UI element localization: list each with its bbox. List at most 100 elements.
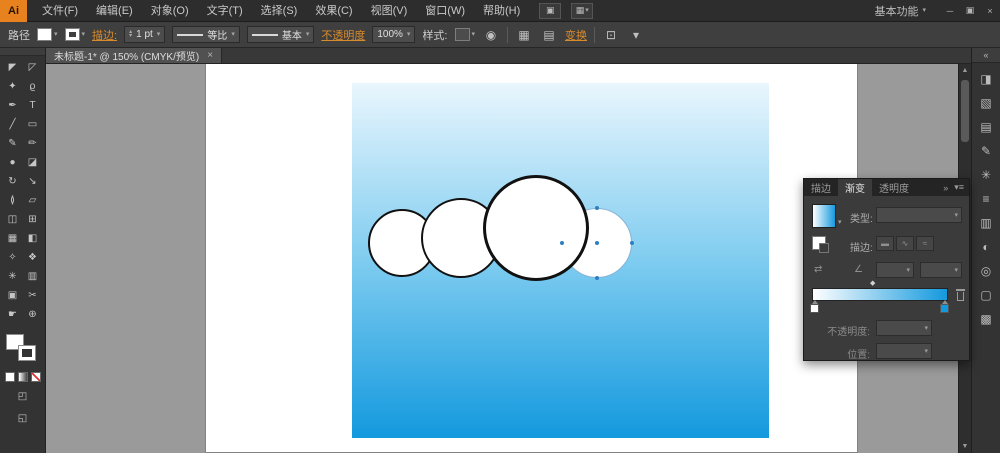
stepper-icon[interactable]: ▴ ▾ xyxy=(129,29,132,38)
recolor-artwork-icon[interactable]: ◉ xyxy=(482,26,500,44)
color-button[interactable] xyxy=(4,372,15,382)
menu-item[interactable]: 效果(C) xyxy=(306,0,361,22)
transform-panel-link[interactable]: 变换 xyxy=(565,27,587,43)
perspective-grid-tool[interactable]: ⊞ xyxy=(23,210,43,229)
symbols-panel-icon[interactable]: ✳ xyxy=(975,163,997,187)
zoom-tool[interactable]: ⊕ xyxy=(23,305,43,324)
pencil-tool[interactable]: ✏ xyxy=(23,134,43,153)
document-tab[interactable]: 未标题-1* @ 150% (CMYK/预览) × xyxy=(46,48,223,63)
eyedropper-tool[interactable]: ✧ xyxy=(3,248,23,267)
gradient-slider-bar[interactable] xyxy=(812,288,948,301)
eraser-tool[interactable]: ◪ xyxy=(23,153,43,172)
color-guide-panel-icon[interactable]: ▧ xyxy=(975,91,997,115)
arrange-documents-icon[interactable]: ▦ ▾ xyxy=(571,2,594,19)
lasso-tool[interactable]: ϱ xyxy=(23,77,43,96)
graphic-style-dropdown[interactable]: ▾ xyxy=(454,28,475,41)
type-tool[interactable]: T xyxy=(23,96,43,115)
color-panel-icon[interactable]: ◨ xyxy=(975,67,997,91)
tool-panel-header[interactable] xyxy=(0,48,45,56)
stop-opacity-dropdown[interactable]: ▾ xyxy=(876,320,932,336)
stroke-width-field[interactable]: ▴ ▾ 1 pt ▾ xyxy=(124,26,166,43)
artboard-tool[interactable]: ▣ xyxy=(3,286,23,305)
close-tab-icon[interactable]: × xyxy=(207,50,213,61)
menu-item[interactable]: 文字(T) xyxy=(198,0,252,22)
aspect-ratio-dropdown[interactable]: ▾ xyxy=(920,262,962,278)
menu-item[interactable]: 选择(S) xyxy=(252,0,307,22)
close-button[interactable]: × xyxy=(980,0,1000,22)
panel-menu-icon[interactable]: ▾≡ xyxy=(954,182,964,193)
gradient-within-stroke-icon[interactable]: ▬ xyxy=(876,236,894,251)
gradient-tool[interactable]: ◧ xyxy=(23,229,43,248)
width-tool[interactable]: ≬ xyxy=(3,191,23,210)
document-arrange-icon[interactable]: ▣ xyxy=(539,2,562,19)
symbol-sprayer-tool[interactable]: ✳ xyxy=(3,267,23,286)
gradient-stop-end[interactable] xyxy=(940,300,949,313)
menu-item[interactable]: 帮助(H) xyxy=(474,0,529,22)
minimize-button[interactable]: ─ xyxy=(940,0,960,22)
stroke-swatch-thumbnail[interactable] xyxy=(812,236,829,253)
brush-definition-dropdown[interactable]: 基本 ▾ xyxy=(246,26,315,43)
more-options-icon[interactable]: ▾ xyxy=(627,26,645,44)
delete-gradient-stop-icon[interactable] xyxy=(955,289,966,301)
blob-brush-tool[interactable]: ● xyxy=(3,153,23,172)
slice-tool[interactable]: ✂ xyxy=(23,286,43,305)
gradient-midpoint-icon[interactable]: ◆ xyxy=(870,279,875,287)
workspace-switcher[interactable]: 基本功能 ▾ xyxy=(864,3,936,19)
tab-stroke[interactable]: 描边 xyxy=(804,179,838,196)
reverse-gradient-icon[interactable]: ⇄ xyxy=(814,264,822,275)
menu-item[interactable]: 文件(F) xyxy=(33,0,87,22)
gradient-panel-icon[interactable]: ▥ xyxy=(975,211,997,235)
hand-tool[interactable]: ☛ xyxy=(3,305,23,324)
circle-shape-3[interactable] xyxy=(483,175,589,281)
mesh-tool[interactable]: ▦ xyxy=(3,229,23,248)
paintbrush-tool[interactable]: ✎ xyxy=(3,134,23,153)
free-transform-tool[interactable]: ▱ xyxy=(23,191,43,210)
gradient-stop-start[interactable] xyxy=(810,300,819,313)
scroll-down-icon[interactable]: ▼ xyxy=(959,440,971,453)
screen-mode-button[interactable]: ◱ xyxy=(11,411,35,426)
panel-overflow-icon[interactable]: » xyxy=(943,183,948,193)
brushes-panel-icon[interactable]: ✎ xyxy=(975,139,997,163)
gradient-along-stroke-icon[interactable]: ∿ xyxy=(896,236,914,251)
layers-panel-icon[interactable]: ▩ xyxy=(975,307,997,331)
shape-builder-tool[interactable]: ◫ xyxy=(3,210,23,229)
gradient-swatch-thumbnail[interactable] xyxy=(812,204,836,228)
rotate-tool[interactable]: ↻ xyxy=(3,172,23,191)
stop-location-dropdown[interactable]: ▾ xyxy=(876,343,932,359)
column-graph-tool[interactable]: ▥ xyxy=(23,267,43,286)
chevron-down-icon[interactable]: ▾ xyxy=(838,218,842,226)
menu-item[interactable]: 视图(V) xyxy=(362,0,417,22)
expand-panels-button[interactable]: « xyxy=(972,48,1000,63)
scale-tool[interactable]: ↘ xyxy=(23,172,43,191)
swatches-panel-icon[interactable]: ▤ xyxy=(975,115,997,139)
none-button[interactable] xyxy=(30,372,41,382)
angle-dropdown[interactable]: ▾ xyxy=(876,262,914,278)
menu-item[interactable]: 对象(O) xyxy=(142,0,198,22)
menu-item[interactable]: 窗口(W) xyxy=(416,0,474,22)
selection-tool[interactable]: ◤ xyxy=(3,58,23,77)
tab-gradient[interactable]: 渐变 xyxy=(838,179,872,196)
line-segment-tool[interactable]: ╱ xyxy=(3,115,23,134)
appearance-panel-icon[interactable]: ◎ xyxy=(975,259,997,283)
opacity-panel-link[interactable]: 不透明度 xyxy=(321,27,365,43)
direct-selection-tool[interactable]: ◸ xyxy=(23,58,43,77)
scrollbar-thumb[interactable] xyxy=(961,80,969,142)
gradient-type-dropdown[interactable]: ▾ xyxy=(876,207,962,223)
width-profile-dropdown[interactable]: 等比 ▾ xyxy=(172,26,240,43)
gradient-button[interactable] xyxy=(17,372,28,382)
opacity-field[interactable]: 100% ▾ xyxy=(372,26,416,43)
align-vertical-icon[interactable]: ▤ xyxy=(540,26,558,44)
tab-transparency[interactable]: 透明度 xyxy=(872,179,916,196)
isolate-object-icon[interactable]: ⊡ xyxy=(602,26,620,44)
restore-button[interactable]: ▣ xyxy=(960,0,980,22)
blend-tool[interactable]: ❖ xyxy=(23,248,43,267)
scroll-up-icon[interactable]: ▲ xyxy=(959,64,971,77)
stroke-color-box[interactable] xyxy=(17,345,36,361)
magic-wand-tool[interactable]: ✦ xyxy=(3,77,23,96)
stroke-panel-link[interactable]: 描边: xyxy=(92,27,117,43)
rectangle-tool[interactable]: ▭ xyxy=(23,115,43,134)
drawing-modes-button[interactable]: ◰ xyxy=(11,389,35,404)
gradient-across-stroke-icon[interactable]: ≈ xyxy=(916,236,934,251)
menu-item[interactable]: 编辑(E) xyxy=(87,0,142,22)
pen-tool[interactable]: ✒ xyxy=(3,96,23,115)
